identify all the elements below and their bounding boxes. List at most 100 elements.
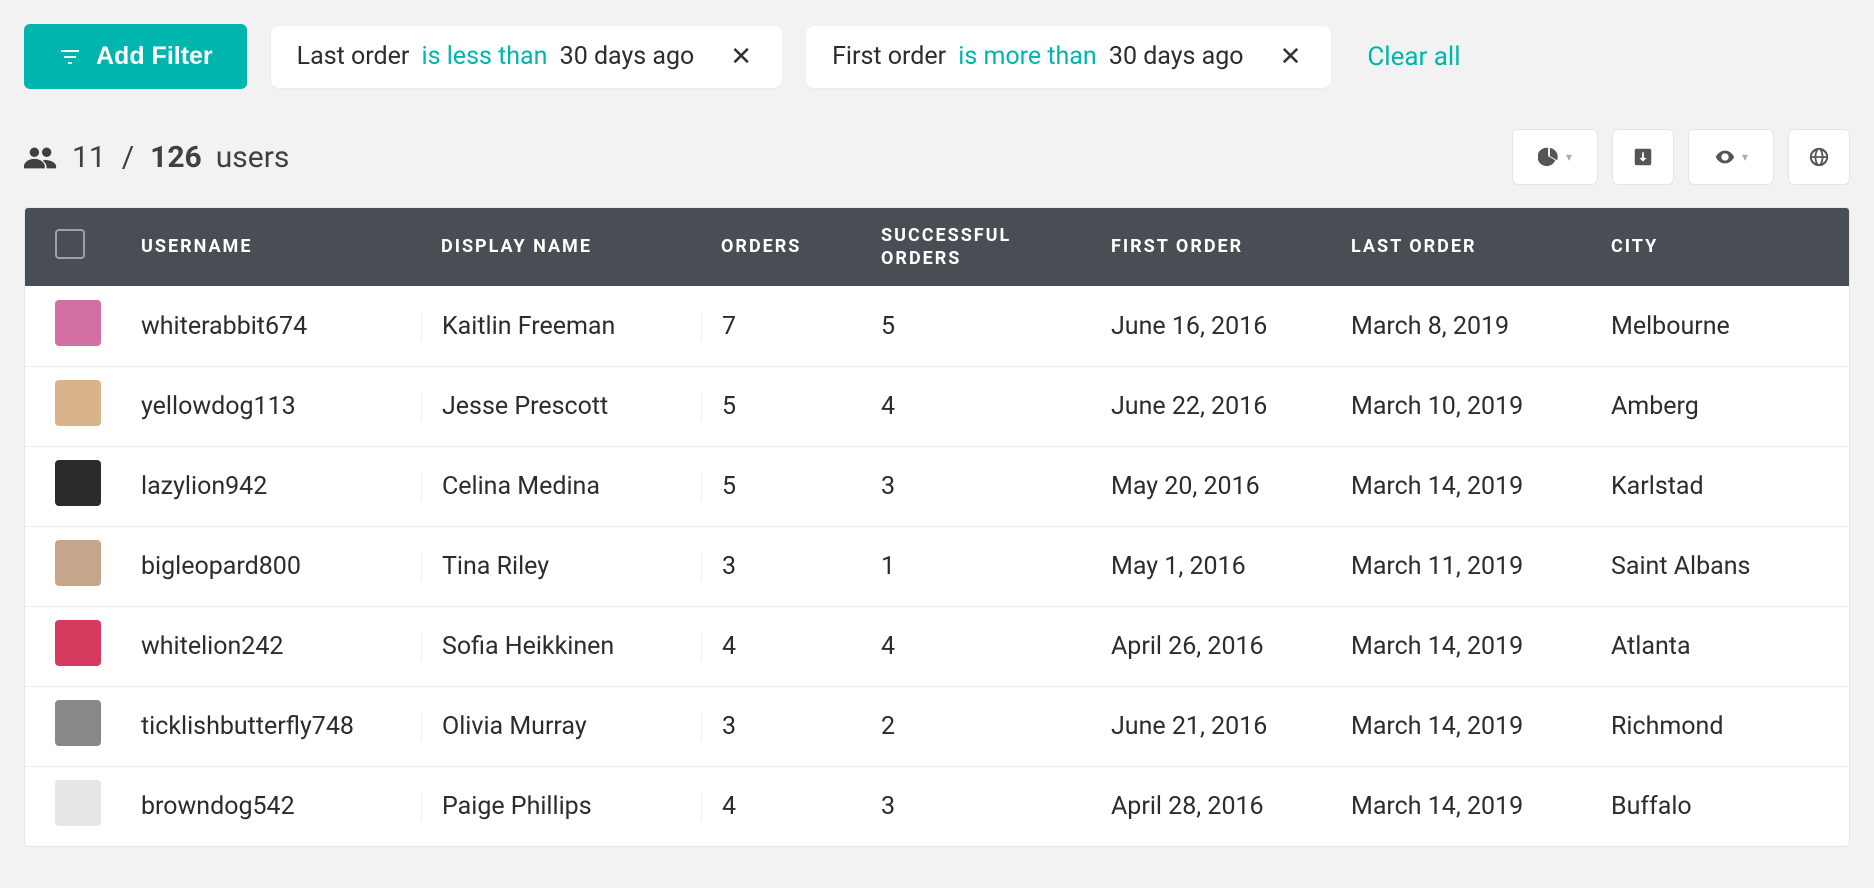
chart-button[interactable]: ▾ bbox=[1512, 129, 1598, 185]
cell-display-name: Kaitlin Freeman bbox=[421, 312, 701, 341]
avatar bbox=[55, 300, 101, 346]
visibility-button[interactable]: ▾ bbox=[1688, 129, 1774, 185]
close-icon[interactable]: ✕ bbox=[1276, 42, 1306, 72]
cell-orders: 3 bbox=[701, 552, 861, 581]
user-count: 11 / 126 users bbox=[24, 140, 289, 175]
cell-city: Atlanta bbox=[1591, 632, 1849, 661]
table-body: whiterabbit674Kaitlin Freeman75June 16, … bbox=[25, 286, 1849, 846]
clear-all-link[interactable]: Clear all bbox=[1367, 42, 1460, 72]
cell-last-order: March 14, 2019 bbox=[1331, 632, 1591, 661]
caret-down-icon: ▾ bbox=[1742, 150, 1748, 164]
avatar bbox=[55, 700, 101, 746]
cell-first-order: May 20, 2016 bbox=[1091, 472, 1331, 501]
avatar bbox=[55, 780, 101, 826]
cell-last-order: March 10, 2019 bbox=[1331, 392, 1591, 421]
cell-orders: 5 bbox=[701, 472, 861, 501]
cell-orders: 3 bbox=[701, 712, 861, 741]
cell-successful-orders: 4 bbox=[861, 632, 1091, 661]
cell-first-order: June 21, 2016 bbox=[1091, 712, 1331, 741]
add-filter-button[interactable]: Add Filter bbox=[24, 24, 247, 89]
cell-city: Buffalo bbox=[1591, 792, 1849, 821]
cell-first-order: April 26, 2016 bbox=[1091, 632, 1331, 661]
col-first-order[interactable]: FIRST ORDER bbox=[1091, 235, 1331, 258]
select-all-checkbox[interactable] bbox=[55, 229, 85, 259]
table-row[interactable]: browndog542Paige Phillips43April 28, 201… bbox=[25, 766, 1849, 846]
filter-chip[interactable]: First order is more than 30 days ago ✕ bbox=[806, 26, 1331, 88]
cell-orders: 5 bbox=[701, 392, 861, 421]
cell-city: Saint Albans bbox=[1591, 552, 1849, 581]
eye-icon bbox=[1714, 146, 1736, 168]
cell-first-order: April 28, 2016 bbox=[1091, 792, 1331, 821]
count-filtered: 11 bbox=[72, 140, 106, 175]
filter-toolbar: Add Filter Last order is less than 30 da… bbox=[24, 24, 1850, 89]
add-filter-label: Add Filter bbox=[96, 42, 213, 71]
cell-username: whiterabbit674 bbox=[121, 312, 421, 341]
cell-orders: 4 bbox=[701, 632, 861, 661]
filter-icon bbox=[58, 45, 82, 69]
cell-successful-orders: 1 bbox=[861, 552, 1091, 581]
cell-city: Melbourne bbox=[1591, 312, 1849, 341]
table-row[interactable]: lazylion942Celina Medina53May 20, 2016Ma… bbox=[25, 446, 1849, 526]
col-successful-orders[interactable]: SUCCESSFUL ORDERS bbox=[861, 224, 1091, 271]
cell-username: browndog542 bbox=[121, 792, 421, 821]
cell-first-order: June 16, 2016 bbox=[1091, 312, 1331, 341]
filter-chip-text: Last order is less than 30 days ago bbox=[297, 42, 701, 71]
cell-city: Amberg bbox=[1591, 392, 1849, 421]
cell-username: bigleopard800 bbox=[121, 552, 421, 581]
cell-orders: 7 bbox=[701, 312, 861, 341]
cell-last-order: March 14, 2019 bbox=[1331, 712, 1591, 741]
table-row[interactable]: whiterabbit674Kaitlin Freeman75June 16, … bbox=[25, 286, 1849, 366]
avatar bbox=[55, 460, 101, 506]
cell-successful-orders: 3 bbox=[861, 792, 1091, 821]
filter-chip-text: First order is more than 30 days ago bbox=[832, 42, 1249, 71]
cell-last-order: March 14, 2019 bbox=[1331, 792, 1591, 821]
table-header-row: USERNAME DISPLAY NAME ORDERS SUCCESSFUL … bbox=[25, 208, 1849, 286]
cell-successful-orders: 3 bbox=[861, 472, 1091, 501]
count-total: 126 bbox=[150, 140, 202, 175]
cell-display-name: Tina Riley bbox=[421, 552, 701, 581]
cell-last-order: March 11, 2019 bbox=[1331, 552, 1591, 581]
pie-chart-icon bbox=[1538, 146, 1560, 168]
filter-chip[interactable]: Last order is less than 30 days ago ✕ bbox=[271, 26, 782, 88]
globe-button[interactable] bbox=[1788, 129, 1850, 185]
table-row[interactable]: yellowdog113Jesse Prescott54June 22, 201… bbox=[25, 366, 1849, 446]
export-button[interactable] bbox=[1612, 129, 1674, 185]
cell-city: Karlstad bbox=[1591, 472, 1849, 501]
cell-display-name: Sofia Heikkinen bbox=[421, 632, 701, 661]
cell-username: yellowdog113 bbox=[121, 392, 421, 421]
globe-icon bbox=[1808, 146, 1830, 168]
export-icon bbox=[1632, 146, 1654, 168]
avatar bbox=[55, 620, 101, 666]
col-last-order[interactable]: LAST ORDER bbox=[1331, 235, 1591, 258]
cell-city: Richmond bbox=[1591, 712, 1849, 741]
subheader: 11 / 126 users ▾ ▾ bbox=[24, 129, 1850, 185]
cell-successful-orders: 4 bbox=[861, 392, 1091, 421]
col-username[interactable]: USERNAME bbox=[121, 235, 421, 258]
cell-username: ticklishbutterfly748 bbox=[121, 712, 421, 741]
col-display-name[interactable]: DISPLAY NAME bbox=[421, 235, 701, 258]
cell-username: lazylion942 bbox=[121, 472, 421, 501]
cell-display-name: Paige Phillips bbox=[421, 792, 701, 821]
avatar bbox=[55, 540, 101, 586]
table-row[interactable]: bigleopard800Tina Riley31May 1, 2016Marc… bbox=[25, 526, 1849, 606]
cell-first-order: May 1, 2016 bbox=[1091, 552, 1331, 581]
table-row[interactable]: whitelion242Sofia Heikkinen44April 26, 2… bbox=[25, 606, 1849, 686]
col-city[interactable]: CITY bbox=[1591, 235, 1849, 258]
cell-last-order: March 8, 2019 bbox=[1331, 312, 1591, 341]
cell-successful-orders: 2 bbox=[861, 712, 1091, 741]
close-icon[interactable]: ✕ bbox=[726, 42, 756, 72]
cell-display-name: Olivia Murray bbox=[421, 712, 701, 741]
cell-last-order: March 14, 2019 bbox=[1331, 472, 1591, 501]
cell-username: whitelion242 bbox=[121, 632, 421, 661]
cell-display-name: Celina Medina bbox=[421, 472, 701, 501]
count-separator: / bbox=[122, 140, 134, 175]
cell-successful-orders: 5 bbox=[861, 312, 1091, 341]
cell-display-name: Jesse Prescott bbox=[421, 392, 701, 421]
avatar bbox=[55, 380, 101, 426]
count-noun: users bbox=[216, 140, 290, 175]
caret-down-icon: ▾ bbox=[1566, 150, 1572, 164]
table-row[interactable]: ticklishbutterfly748Olivia Murray32June … bbox=[25, 686, 1849, 766]
col-orders[interactable]: ORDERS bbox=[701, 235, 861, 258]
cell-first-order: June 22, 2016 bbox=[1091, 392, 1331, 421]
cell-orders: 4 bbox=[701, 792, 861, 821]
